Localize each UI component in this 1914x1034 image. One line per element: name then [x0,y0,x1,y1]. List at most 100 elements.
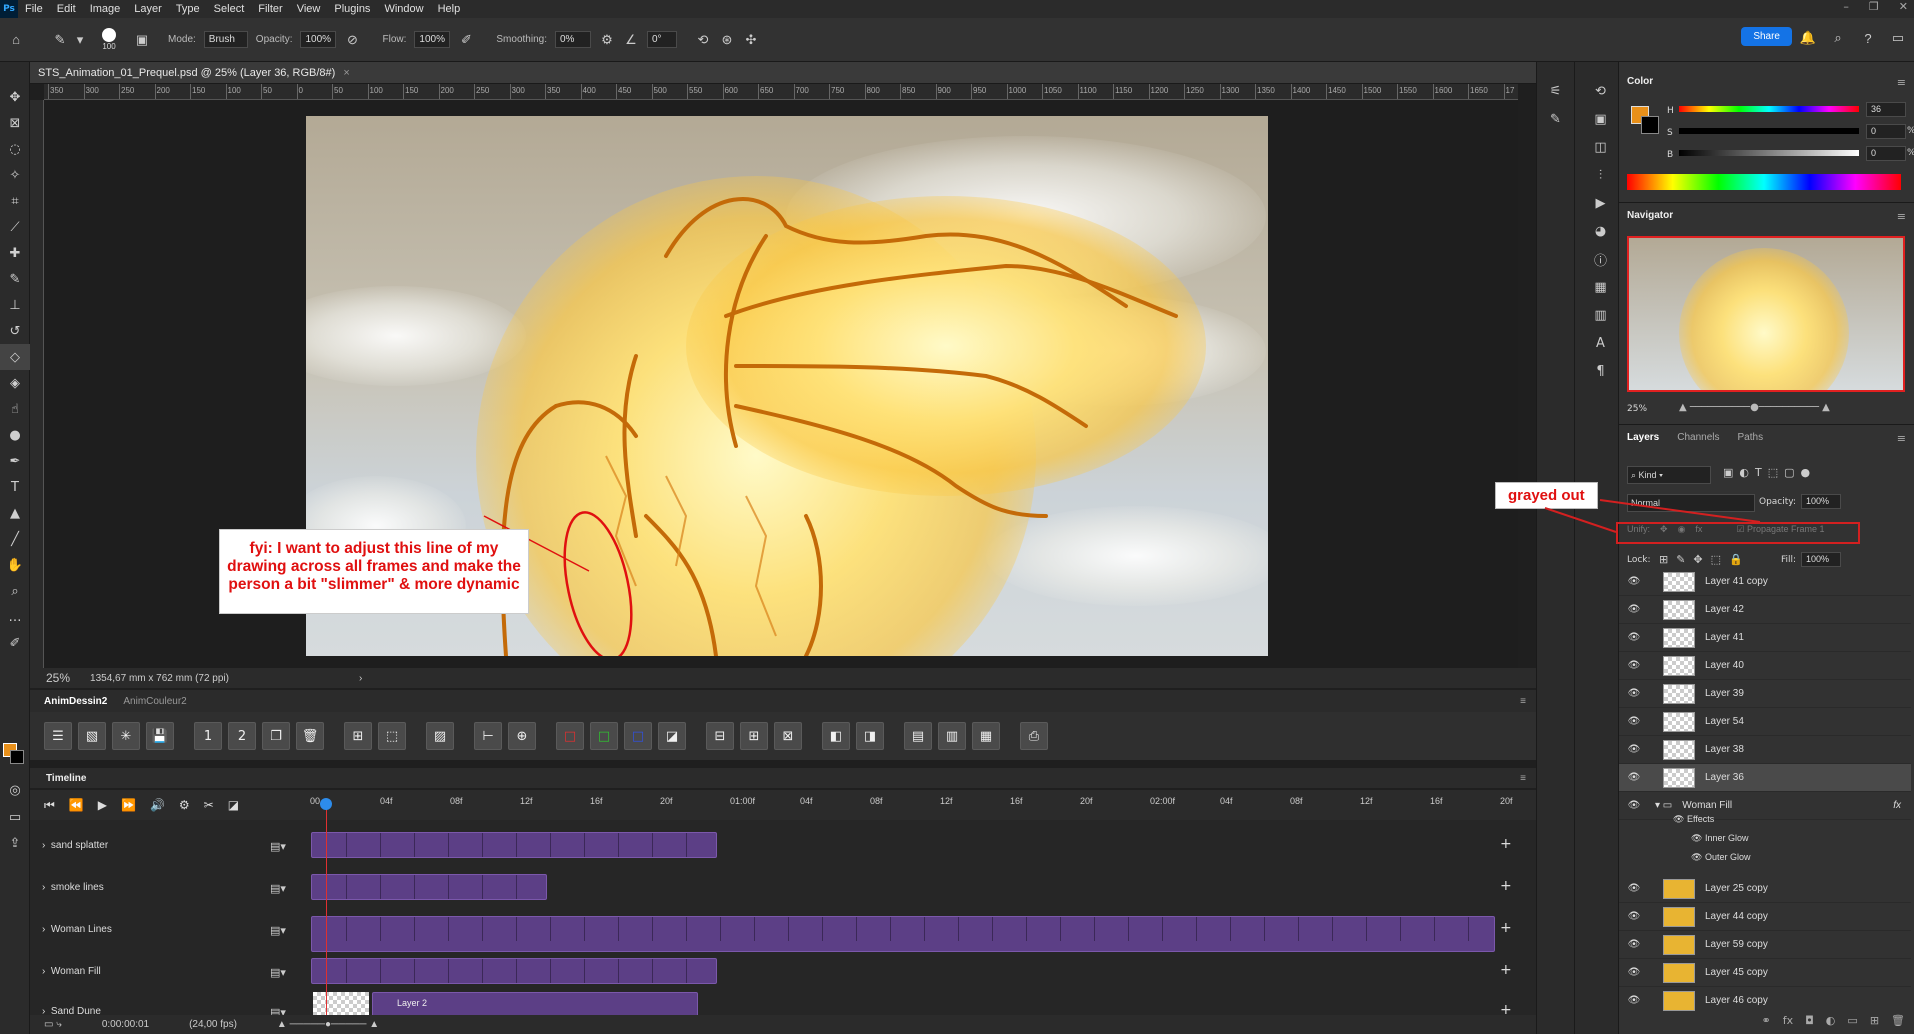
add-media-icon[interactable]: + [1500,962,1512,978]
layer-opacity-field[interactable]: 100% [1801,494,1841,509]
effect-eye-icon[interactable]: 👁 [1691,833,1705,843]
properties-icon[interactable]: ⚟ [1541,78,1571,104]
lasso-tool-icon[interactable]: ◌ [0,136,30,162]
close-document-icon[interactable]: × [343,67,349,79]
effect-row[interactable]: 👁 Inner Glow [1691,833,1748,844]
info-icon[interactable]: ⓘ [1586,246,1616,272]
brush-preset-picker[interactable]: 100 [102,28,116,51]
film-icon[interactable]: ▤▾ [270,966,286,979]
h-value[interactable]: 36 [1866,102,1906,117]
visibility-eye-icon[interactable]: 👁 [1619,660,1649,671]
mode-select[interactable]: Brush [203,31,248,48]
tab-animdessin2[interactable]: AnimDessin2 [44,696,107,707]
blend-mode-select[interactable]: Normal [1627,494,1755,512]
playhead-handle[interactable] [320,798,332,810]
new-group-icon[interactable]: ▭ [1847,1014,1857,1034]
fill-field[interactable]: 100% [1801,552,1841,567]
search-icon[interactable]: ⌕ [1830,30,1846,46]
share-for-review-icon[interactable]: ⇪ [0,830,30,856]
styles-icon[interactable]: ◕ [1586,218,1616,244]
navigator-zoom[interactable]: 25% [1627,404,1647,414]
eyedropper-tool-icon[interactable]: ⟋ [0,214,30,240]
layer-row[interactable]: 👁 Layer 36 [1619,764,1911,792]
dodge-tool-icon[interactable]: ● [0,422,30,448]
menu-window[interactable]: Window [377,3,430,15]
fx-badge[interactable]: fx [1893,800,1901,811]
anim-span-icon[interactable]: ⊢ [474,722,502,750]
home-icon[interactable]: ⌂ [8,32,24,48]
anim-insert-icon[interactable]: ⊕ [508,722,536,750]
layer-row[interactable]: 👁 Layer 54 [1619,708,1911,736]
gradients-icon[interactable]: ▥ [1586,302,1616,328]
anim-green-channel-icon[interactable]: □ [590,722,618,750]
new-layer-icon[interactable]: ⊞ [1870,1014,1879,1034]
navigator-slider[interactable]: ▲ ──────────●────────── ▲ [1679,402,1830,413]
clone-stamp-icon[interactable]: ⊥ [0,292,30,318]
help-icon[interactable]: ? [1860,30,1876,46]
brushes-icon[interactable]: ✎ [1541,106,1571,132]
workspace-icon[interactable]: ▭ [1890,30,1906,46]
anim-save-icon[interactable]: 💾 [146,722,174,750]
film-icon[interactable]: ▤▾ [270,882,286,895]
anim-blue-channel-icon[interactable]: □ [624,722,652,750]
layer-row[interactable]: 👁 Layer 46 copy [1619,987,1911,1014]
anim-frame-2-icon[interactable]: 2 [228,722,256,750]
lock-icons[interactable]: ⊞✎✥⬚🔒 [1659,553,1751,566]
menu-help[interactable]: Help [431,3,468,15]
layer-row[interactable]: 👁 Layer 39 [1619,680,1911,708]
edit-toolbar-icon[interactable]: ✐ [0,630,30,656]
film-icon[interactable]: ▤▾ [270,924,286,937]
line-tool-icon[interactable]: ╱ [0,526,30,552]
visibility-eye-icon[interactable]: 👁 [1619,632,1649,643]
angle-field[interactable]: 0° [646,31,677,48]
bg-color-chip[interactable] [1641,116,1659,134]
timeline-ruler[interactable]: 00 04f 08f 12f 16f 20f 01:00f 04f 08f 12f 16f 20f 02… [300,790,1536,820]
anim-marquee-icon[interactable]: ⬚ [378,722,406,750]
visibility-eye-icon[interactable]: 👁 [1619,995,1649,1006]
close-window-icon[interactable]: ✕ [1899,0,1908,13]
menu-layer[interactable]: Layer [127,3,169,15]
add-mask-icon[interactable]: ◘ [1805,1014,1814,1034]
anim-red-channel-icon[interactable]: □ [556,722,584,750]
airbrush-icon[interactable]: ✐ [458,32,474,48]
menu-edit[interactable]: Edit [50,3,83,15]
anim-film-3-icon[interactable]: ⊠ [774,722,802,750]
chevron-right-icon[interactable]: › [359,673,362,684]
delete-layer-icon[interactable]: 🗑 [1891,1014,1905,1034]
actions-icon[interactable]: ▶ [1586,190,1616,216]
history-brush-icon[interactable]: ↺ [0,318,30,344]
channels-icon[interactable]: ⫶ [1586,162,1616,188]
quick-mask-icon[interactable]: ◎ [0,777,30,803]
more-tools-icon[interactable]: … [0,604,30,630]
filter-icons[interactable]: ▣◐T⬚▢● [1723,466,1816,479]
visibility-eye-icon[interactable]: 👁 [1619,883,1649,894]
opacity-field[interactable]: 100% [300,31,337,48]
tab-layers[interactable]: Layers [1627,432,1659,443]
prev-frame-icon[interactable]: ⏪ [69,798,84,812]
layer-row[interactable]: 👁 Layer 44 copy [1619,903,1911,931]
anim-fill-icon[interactable]: ▨ [426,722,454,750]
visibility-eye-icon[interactable]: 👁 [1619,967,1649,978]
hue-slider[interactable] [1679,106,1859,112]
hand-tool-icon[interactable]: ✋ [0,552,30,578]
move-tool-icon[interactable]: ✥ [0,84,30,110]
filter-kind-select[interactable]: ⌕ Kind ▾ [1627,466,1711,484]
paint-bucket-icon[interactable]: ◈ [0,370,30,396]
adjustments-icon[interactable]: ◫ [1586,134,1616,160]
gear-icon[interactable]: ⚙ [599,32,615,48]
first-frame-icon[interactable]: ⏮ [44,798,55,813]
effects-row[interactable]: 👁 Effects [1673,814,1714,825]
menu-image[interactable]: Image [83,3,128,15]
anim-light-table-icon[interactable]: ✳ [112,722,140,750]
layer-row[interactable]: 👁 Layer 41 [1619,624,1911,652]
anim-duplicate-icon[interactable]: ❐ [262,722,290,750]
visibility-eye-icon[interactable]: 👁 [1619,604,1649,615]
navigator-preview[interactable] [1627,236,1905,392]
zoom-level[interactable]: 25% [46,671,70,685]
anim-export-icon[interactable]: ⎙ [1020,722,1048,750]
visibility-eye-icon[interactable]: 👁 [1619,744,1649,755]
brush-settings-icon[interactable]: ▣ [134,32,150,48]
menu-filter[interactable]: Filter [251,3,289,15]
audio-icon[interactable]: 🔊 [150,798,165,812]
symmetry-icon[interactable]: ✣ [743,32,759,48]
